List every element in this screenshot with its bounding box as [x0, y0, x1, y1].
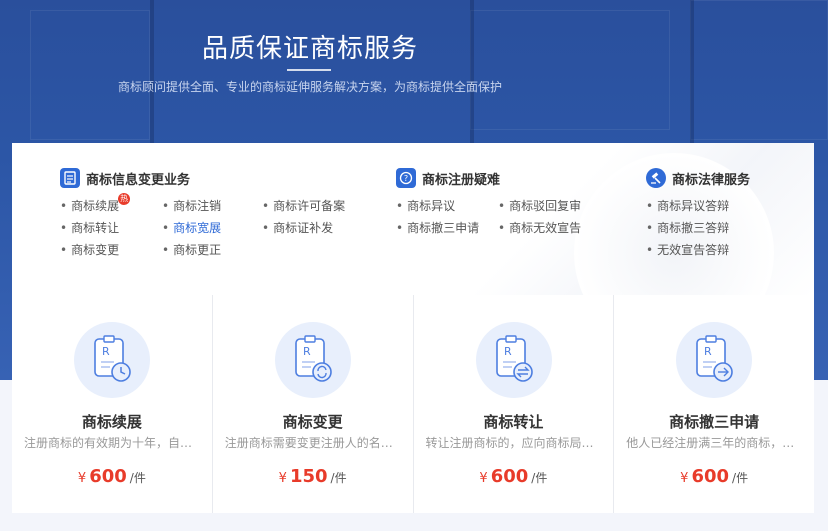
- svg-text:R: R: [504, 345, 512, 358]
- menu-item-invalidation[interactable]: 商标无效宣告: [498, 219, 581, 236]
- group-title: 商标信息变更业务: [86, 172, 191, 188]
- card-description: 注册商标的有效期为十年，自核准注册之日起计算: [24, 436, 200, 450]
- document-icon: [60, 168, 80, 188]
- service-card-change[interactable]: R 商标变更 注册商标需要变更注册人的名义、地址或者其他注册事项的 ¥150/件: [213, 295, 414, 513]
- svg-text:R: R: [102, 345, 110, 358]
- card-title: 商标变更: [282, 413, 343, 431]
- page-title: 品质保证商标服务: [201, 34, 418, 64]
- card-price: ¥600/件: [479, 466, 548, 487]
- menu-item-opposition[interactable]: 商标异议: [396, 197, 455, 214]
- group-legal-services: 商标法律服务 商标异议答辩 商标撤三答辩 无效宣告答辩: [646, 167, 796, 267]
- svg-text:R: R: [303, 345, 311, 358]
- hero-decoration: [690, 0, 828, 140]
- service-cards: R 商标续展 注册商标的有效期为十年，自核准注册之日起计算 ¥600/件 R: [12, 295, 814, 513]
- change-cycle-icon: R: [274, 322, 351, 398]
- menu-item-trademark-grace[interactable]: 商标宽展: [162, 219, 221, 236]
- service-card-renewal[interactable]: R 商标续展 注册商标的有效期为十年，自核准注册之日起计算 ¥600/件: [12, 295, 213, 513]
- menu-item-nonuse-defense[interactable]: 商标撤三答辩: [646, 219, 729, 236]
- question-icon: ?: [396, 168, 416, 188]
- renew-clock-icon: R: [74, 322, 150, 398]
- page-subtitle: 商标顾问提供全面、专业的商标延伸服务解决方案，为商标提供全面保护: [117, 80, 502, 94]
- card-description: 他人已经注册满三年的商标，长期不使用的可申请撤销: [626, 436, 802, 450]
- card-description: 注册商标需要变更注册人的名义、地址或者其他注册事项的: [224, 436, 401, 450]
- menu-item-nonuse-cancellation[interactable]: 商标撤三申请: [396, 219, 479, 236]
- cancel-arrow-icon: R: [676, 322, 753, 398]
- svg-text:R: R: [704, 345, 712, 358]
- card-title: 商标续展: [81, 413, 142, 431]
- svg-text:?: ?: [404, 174, 408, 183]
- menu-item-license-filing[interactable]: 商标许可备案: [262, 197, 345, 214]
- card-title: 商标撤三申请: [669, 413, 760, 431]
- group-registration-issues: ? 商标注册疑难 商标异议 商标驳回复审 商标撤三申请 商标无效宣告: [396, 167, 626, 247]
- menu-item-certificate-reissue[interactable]: 商标证补发: [262, 219, 333, 236]
- menu-item-invalidation-defense[interactable]: 无效宣告答辩: [646, 241, 729, 258]
- hero-decoration: [690, 0, 694, 160]
- card-price: ¥600/件: [680, 466, 749, 487]
- gavel-icon: [646, 168, 666, 188]
- hot-badge: 热: [118, 193, 131, 205]
- menu-item-trademark-transfer[interactable]: 商标转让: [60, 219, 119, 236]
- menu-item-opposition-defense[interactable]: 商标异议答辩: [646, 197, 729, 214]
- service-menu-panel: 商标信息变更业务 商标续展热 商标注销 商标许可备案 商标转让 商标宽展 商标证…: [12, 143, 814, 295]
- group-title: 商标法律服务: [672, 172, 751, 188]
- menu-item-trademark-change[interactable]: 商标变更: [60, 241, 119, 258]
- card-title: 商标转让: [483, 413, 544, 431]
- menu-item-rejection-review[interactable]: 商标驳回复审: [498, 197, 581, 214]
- title-underline: [287, 69, 331, 71]
- group-title: 商标注册疑难: [422, 172, 501, 188]
- transfer-arrows-icon: R: [475, 322, 552, 398]
- card-price: ¥150/件: [278, 466, 347, 487]
- menu-item-trademark-renewal[interactable]: 商标续展热: [60, 193, 131, 214]
- menu-item-trademark-correction[interactable]: 商标更正: [162, 241, 221, 258]
- service-card-transfer[interactable]: R 商标转让 转让注册商标的，应向商标局提交转让申请 ¥600/件: [414, 295, 615, 513]
- service-card-nonuse-cancellation[interactable]: R 商标撤三申请 他人已经注册满三年的商标，长期不使用的可申请撤销 ¥600/件: [614, 295, 814, 513]
- menu-item-trademark-cancel[interactable]: 商标注销: [162, 197, 221, 214]
- card-price: ¥600/件: [77, 466, 146, 487]
- card-description: 转让注册商标的，应向商标局提交转让申请: [425, 436, 602, 450]
- group-info-change: 商标信息变更业务 商标续展热 商标注销 商标许可备案 商标转让 商标宽展 商标证…: [60, 167, 360, 267]
